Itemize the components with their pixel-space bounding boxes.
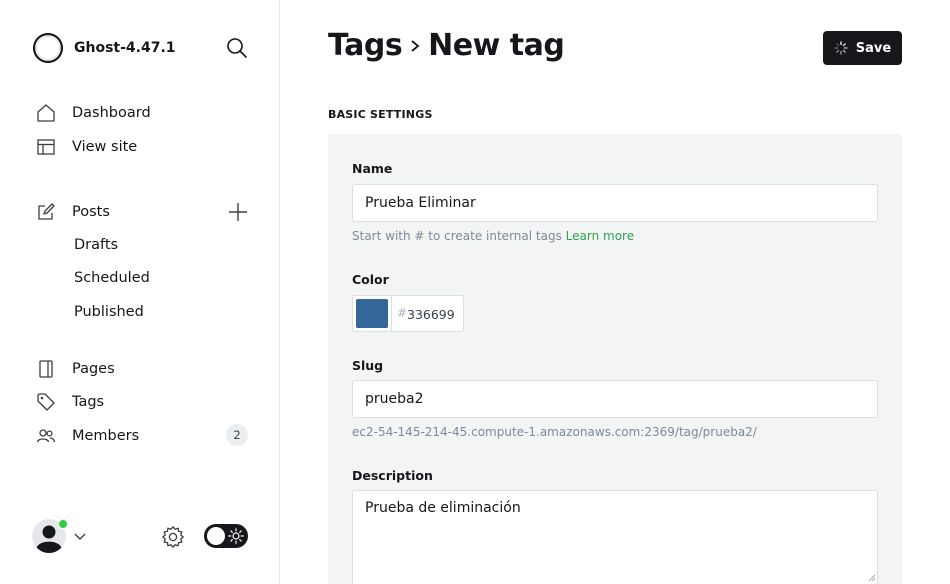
basic-settings-panel: Name Start with # to create internal tag… [328,134,902,584]
home-icon [36,103,56,123]
breadcrumb: Tags New tag [328,28,565,63]
brand[interactable]: Ghost-4.47.1 [32,32,176,64]
sidebar-subitem-drafts[interactable]: Drafts [74,234,118,256]
name-hint: Start with # to create internal tags Lea… [352,229,634,243]
sun-icon [228,528,244,544]
description-label: Description [352,468,433,483]
gear-icon[interactable] [161,525,185,549]
page-title: New tag [428,28,565,63]
section-title: BASIC SETTINGS [328,108,433,121]
resize-handle-icon[interactable] [868,574,876,582]
sidebar-item-label: Dashboard [72,105,151,121]
members-count-badge: 2 [226,424,248,446]
search-icon[interactable] [226,37,248,59]
sidebar-item-label: View site [72,139,138,155]
color-picker: # [352,295,464,332]
name-input[interactable] [352,184,878,222]
chevron-down-icon[interactable] [73,529,87,543]
members-icon [36,426,56,446]
tag-icon [36,392,56,412]
slug-label: Slug [352,358,384,373]
ghost-logo-icon [33,33,63,63]
sidebar-item-pages[interactable]: Pages [36,357,115,381]
color-hex-input[interactable] [407,304,461,324]
breadcrumb-tags-link[interactable]: Tags [328,28,403,63]
sidebar-item-dashboard[interactable]: Dashboard [36,101,151,125]
name-label: Name [352,161,393,176]
sidebar-item-label: Members [72,428,140,444]
theme-toggle[interactable] [204,524,248,548]
main-content: Tags New tag Save BASIC SETTINGS Name St… [280,0,950,584]
layout-icon [36,137,56,157]
sidebar-subitem-scheduled[interactable]: Scheduled [74,267,150,289]
sidebar-item-view-site[interactable]: View site [36,135,137,159]
new-post-plus-icon[interactable] [228,202,248,222]
online-status-dot [58,519,68,529]
sidebar-item-tags[interactable]: Tags [36,390,104,414]
toggle-knob [207,527,225,545]
sidebar-item-posts[interactable]: Posts [36,200,110,224]
page-icon [36,359,56,379]
pencil-edit-icon [36,202,56,222]
sidebar-item-label: Tags [72,394,105,410]
description-textarea[interactable]: Prueba de eliminación [352,490,878,584]
save-button[interactable]: Save [823,31,902,65]
color-label: Color [352,272,389,287]
sidebar-subitem-published[interactable]: Published [74,301,144,323]
sidebar-item-members[interactable]: Members [36,424,139,448]
hash-prefix: # [397,306,408,320]
chevron-right-icon [406,36,424,56]
color-swatch[interactable] [356,299,388,328]
site-title: Ghost-4.47.1 [74,40,176,56]
save-button-label: Save [855,40,892,56]
sidebar-item-label: Pages [72,361,115,377]
spinner-icon [834,41,848,55]
sidebar: Ghost-4.47.1 Dashboard View site Posts D… [0,0,280,584]
slug-url-preview: ec2-54-145-214-45.compute-1.amazonaws.co… [352,425,757,439]
learn-more-link[interactable]: Learn more [566,229,634,243]
sidebar-item-label: Posts [72,204,110,220]
slug-input[interactable] [352,380,878,418]
divider [391,296,392,331]
name-hint-text: Start with # to create internal tags [352,229,562,243]
